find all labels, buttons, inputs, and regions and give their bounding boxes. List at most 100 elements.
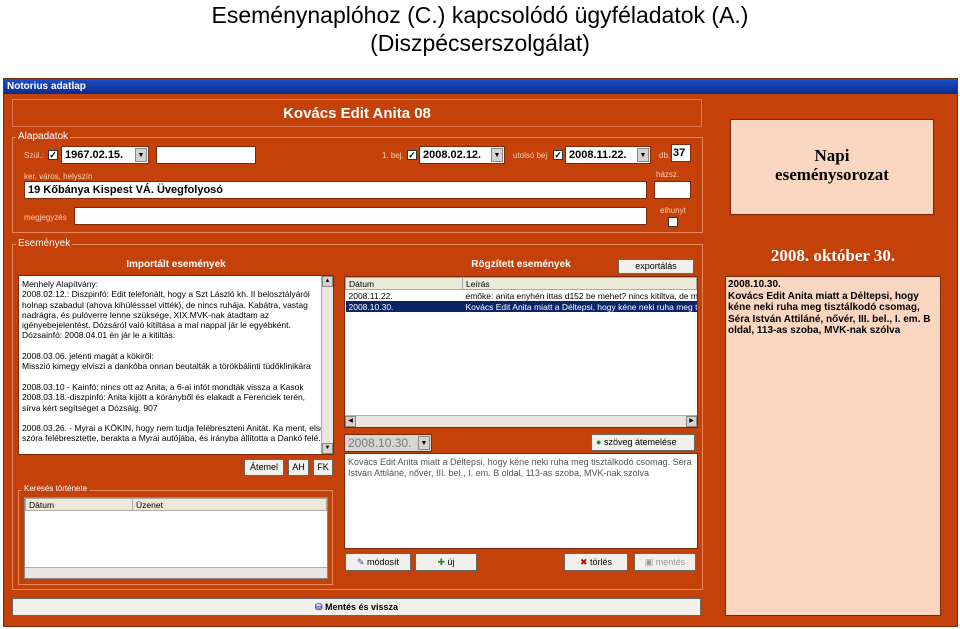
address-label: ker. város, helyszín xyxy=(24,172,93,181)
torles-button[interactable]: ✖ törlés xyxy=(564,553,628,571)
napi-esemenysorozat-title: Napi eseménysorozat xyxy=(775,146,889,184)
table-row[interactable]: 2008.11.22. emőke: anita enyhén ittas d1… xyxy=(346,290,697,302)
chevron-down-icon[interactable]: ▼ xyxy=(637,148,649,162)
chevron-down-icon[interactable]: ▼ xyxy=(418,436,430,450)
exportalas-button[interactable]: exportálás xyxy=(618,259,694,274)
atemel-button[interactable]: Átemel xyxy=(244,459,284,476)
chevron-down-icon[interactable]: ▼ xyxy=(135,148,147,162)
scroll-right-icon[interactable]: ▶ xyxy=(686,416,697,427)
kereses-col-uzenet[interactable]: Üzenet xyxy=(132,498,327,511)
rog-row-date: 2008.11.22. xyxy=(348,290,393,301)
save-and-return-label: Mentés és vissza xyxy=(325,602,399,612)
utolso-bej-checkbox[interactable]: ✓ xyxy=(553,150,563,160)
mentes-button[interactable]: ▣ mentés xyxy=(634,553,696,571)
modosit-button[interactable]: ✎ módosít xyxy=(345,553,411,571)
imported-event-line: nadrágra, és pulóverre lenne szüksége, X… xyxy=(22,309,270,320)
imported-event-line: holnap szabadul (ahova kihülésssel vitté… xyxy=(22,299,308,310)
bej1-checkbox[interactable]: ✓ xyxy=(407,150,417,160)
kereses-table[interactable]: Dátum Üzenet xyxy=(24,497,328,579)
imported-event-line: 2008.03.06. jelenti magát a kökiről: xyxy=(22,351,154,362)
szul-extra-field[interactable] xyxy=(156,146,256,164)
elhunyt-checkbox[interactable] xyxy=(668,217,678,227)
imported-event-line: 2008.09.26. - Myrainfó: xyxy=(22,454,319,455)
slide-title-line2: (Diszpécserszolgálat) xyxy=(370,30,590,56)
imported-event-line: szóra felébresztette, berakta a Myrai au… xyxy=(22,433,326,444)
ah-button[interactable]: AH xyxy=(288,459,309,476)
kereses-hscrollbar[interactable] xyxy=(25,567,327,578)
bej1-date-field[interactable]: 2008.02.12. ▼ xyxy=(419,146,505,164)
window-titlebar: Notorius adatlap xyxy=(4,79,957,94)
imported-event-line: Dózsainfó: 2008.04.01 én jár le a kitilt… xyxy=(22,330,176,341)
szoveg-atemelese-button[interactable]: ● szöveg átemelése xyxy=(591,434,695,451)
modosit-label: módosít xyxy=(367,557,400,567)
daily-date-header: 2008. október 30. xyxy=(725,244,941,268)
szul-label: Szül.: xyxy=(24,151,45,160)
fk-button[interactable]: FK xyxy=(313,459,333,476)
scroll-left-icon[interactable]: ◀ xyxy=(345,416,356,427)
imported-event-line: 2008.03.26. - Myrai a KÖKIN, hogy nem tu… xyxy=(22,423,325,434)
daily-events-date: 2008.10.30. xyxy=(728,279,781,290)
torles-label: törlés xyxy=(590,557,613,567)
uj-button[interactable]: ✚ új xyxy=(415,553,477,571)
szoveg-atemelese-label: szöveg átemelése xyxy=(603,437,677,447)
utolso-bej-date-field[interactable]: 2008.11.22. ▼ xyxy=(565,146,651,164)
napi-esemenysorozat-box: Napi eseménysorozat xyxy=(730,119,934,215)
szul-date-value: 1967.02.15. xyxy=(65,149,124,161)
esemenyek-label: Események xyxy=(16,238,73,249)
hazsz-field[interactable] xyxy=(654,181,691,199)
table-row-selected[interactable]: 2008.10.30. Kovács Edit Anita miatt a Dé… xyxy=(345,301,697,312)
person-name-header: Kovács Edit Anita 08 xyxy=(12,99,702,127)
szul-checkbox[interactable]: ✓ xyxy=(48,150,58,160)
imported-event-line xyxy=(22,372,319,382)
rog-row-desc: Kovács Edit Anita miatt a Déltepsi, hogy… xyxy=(465,301,697,312)
recorded-hscrollbar[interactable]: ◀ ▶ xyxy=(345,415,697,427)
imported-scrollbar[interactable]: ▲ ▼ xyxy=(321,276,333,454)
imported-event-line xyxy=(22,341,319,351)
imported-event-line: 2008.03.10 - Kainfó: nincs ott az Anita,… xyxy=(22,381,304,392)
elhunyt-label: elhunyt xyxy=(660,206,686,215)
kereses-col-datum[interactable]: Dátum xyxy=(25,498,133,511)
bej1-date-value: 2008.02.12. xyxy=(423,149,482,161)
imported-events-text[interactable]: Menhely Alapítvány: 2008.02.12.: Diszpinf… xyxy=(18,275,334,455)
alapadatok-label: Alapadatok xyxy=(16,131,71,142)
bej1-label: 1. bej. xyxy=(382,151,404,160)
delete-icon: ✖ xyxy=(579,557,588,567)
scroll-down-icon[interactable]: ▼ xyxy=(322,443,333,454)
megjegyzes-label: megjegyzés xyxy=(24,213,67,222)
save-and-return-button[interactable]: ⛁ Mentés és vissza xyxy=(12,598,701,616)
address-field[interactable]: 19 Kőbánya Kispest VÁ. Üvegfolyosó xyxy=(24,181,647,199)
app-window: Notorius adatlap Kovács Edit Anita 08 Al… xyxy=(3,78,958,627)
szul-date-field[interactable]: 1967.02.15. ▼ xyxy=(61,146,149,164)
imported-events-title: Importált események xyxy=(126,259,226,270)
imported-event-line: Misszió kimegy elviszi a dankóba onnan b… xyxy=(22,361,311,372)
megjegyzes-field[interactable] xyxy=(74,207,647,225)
imported-event-line: Menhely Alapítvány: xyxy=(22,279,99,289)
imported-event-line: 2008.02.12.: Diszpinfó: Edit telefonált,… xyxy=(22,289,310,300)
chevron-down-icon[interactable]: ▼ xyxy=(491,148,503,162)
selected-date-value: 2008.10.30. xyxy=(348,436,412,450)
db-field[interactable]: 37 xyxy=(671,144,691,162)
rog-col-leiras[interactable]: Leírás xyxy=(462,277,697,290)
imported-event-line xyxy=(22,413,319,423)
daily-events-body: Kovács Edit Anita miatt a Déltepsi, hogy… xyxy=(728,290,931,337)
save-icon: ▣ xyxy=(644,557,654,567)
rog-col-datum[interactable]: Dátum xyxy=(345,277,463,290)
new-icon: ✚ xyxy=(437,557,445,567)
db-label: db. xyxy=(659,151,671,160)
event-detail-text[interactable]: Kovács Edit Anita miatt a Déltepsi, hogy… xyxy=(344,453,698,549)
imported-event-line: 2008.03.18.-diszpinfó: Anita kijött a kó… xyxy=(22,392,306,403)
recorded-events-table[interactable]: Dátum Leírás 2008.11.22. emőke: anita en… xyxy=(344,276,698,428)
utolso-bej-label: utolsó bej xyxy=(513,151,548,160)
rog-row-desc: emőke: anita enyhén ittas d152 be mehet?… xyxy=(465,290,697,301)
selected-date-field[interactable]: 2008.10.30. ▼ xyxy=(344,434,432,452)
kereses-label: Keresés története xyxy=(22,484,90,493)
daily-events-text[interactable]: 2008.10.30. Kovács Edit Anita miatt a Dé… xyxy=(725,276,941,616)
utolso-bej-date-value: 2008.11.22. xyxy=(569,149,627,161)
save-return-icon: ⛁ xyxy=(314,602,323,612)
scroll-up-icon[interactable]: ▲ xyxy=(322,276,333,287)
imported-event-line: igényebejelentést. Dózsáról való kitiltá… xyxy=(22,320,291,331)
rog-row-date: 2008.10.30. xyxy=(348,301,394,312)
imported-events-lines: Menhely Alapítvány: 2008.02.12.: Diszpinf… xyxy=(22,279,326,455)
hazsz-label: házsz. xyxy=(656,170,680,179)
uj-label: új xyxy=(447,557,455,567)
